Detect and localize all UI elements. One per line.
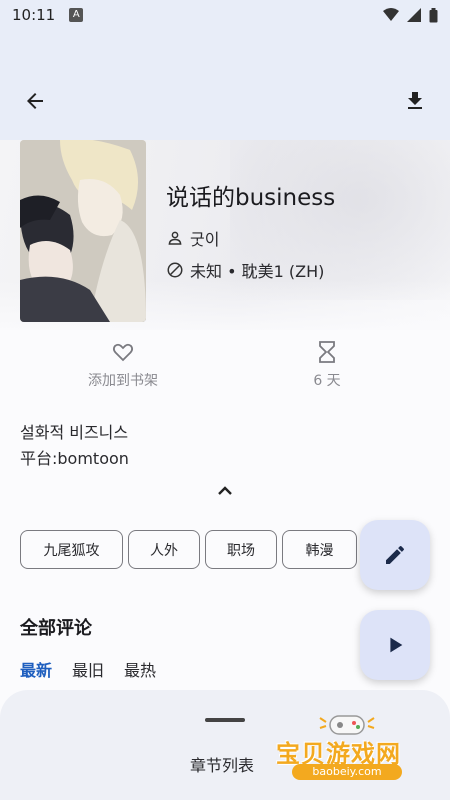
watermark-logo: 宝贝游戏网 baobeiy.com [274,710,424,790]
tag-chip[interactable]: 九尾狐攻 [20,530,123,569]
add-to-library-button[interactable]: 添加到书架 [58,340,188,390]
book-title: 说话的business [166,185,336,211]
genre-tags: 九尾狐攻 人外 职场 韩漫 [20,530,357,569]
block-icon [167,262,183,278]
play-icon [390,637,403,653]
arrow-back-icon [27,93,43,109]
author-name: 굿이 [190,230,220,249]
back-button[interactable] [20,86,50,116]
wifi-icon [383,8,399,21]
person-icon [168,231,182,245]
cell-signal-icon [407,8,421,22]
download-button[interactable] [400,86,430,116]
collapse-description-button[interactable] [214,480,236,502]
tab-oldest[interactable]: 最旧 [72,657,104,681]
sheet-drag-handle[interactable] [205,718,245,722]
author-row[interactable]: 굿이 [166,226,219,250]
notification-icon: A [69,8,84,22]
tag-chip[interactable]: 职场 [205,530,277,569]
heart-outline-icon [112,343,134,362]
tab-hottest[interactable]: 最热 [124,657,156,681]
tag-chip[interactable]: 人外 [128,530,200,569]
comments-title: 全部评论 [20,618,92,639]
pencil-icon [386,545,404,564]
watermark-url: baobeiy.com [292,764,402,780]
comment-sort-tabs: 最新 最旧 最热 [20,657,156,681]
description-line: 설화적 비즈니스 [20,423,129,442]
chapter-list-label: 章节列表 [190,756,255,775]
app-bar [0,30,450,140]
edit-button[interactable] [360,520,430,590]
hourglass-icon [319,341,335,363]
update-interval-label: 6 天 [313,373,341,389]
publication-status-row: 未知 • 耽美1 (ZH) [166,258,324,282]
update-interval-button[interactable]: 6 天 [262,340,392,390]
status-text: 未知 • 耽美1 (ZH) [190,262,325,281]
cover-illustration [20,140,146,322]
status-bar: 10:11 A [0,0,450,30]
battery-icon [429,7,438,22]
chevron-up-icon [218,486,232,495]
add-to-library-label: 添加到书架 [88,373,158,389]
tab-newest[interactable]: 最新 [20,657,52,681]
status-time: 10:11 [12,6,56,24]
description-line: 平台:bomtoon [20,449,129,468]
status-icons [383,7,438,23]
description: 설화적 비즈니스 平台:bomtoon [20,420,129,472]
cover-image[interactable] [20,140,146,322]
tag-chip[interactable]: 韩漫 [282,530,357,569]
download-icon [408,92,422,109]
start-reading-button[interactable] [360,610,430,680]
